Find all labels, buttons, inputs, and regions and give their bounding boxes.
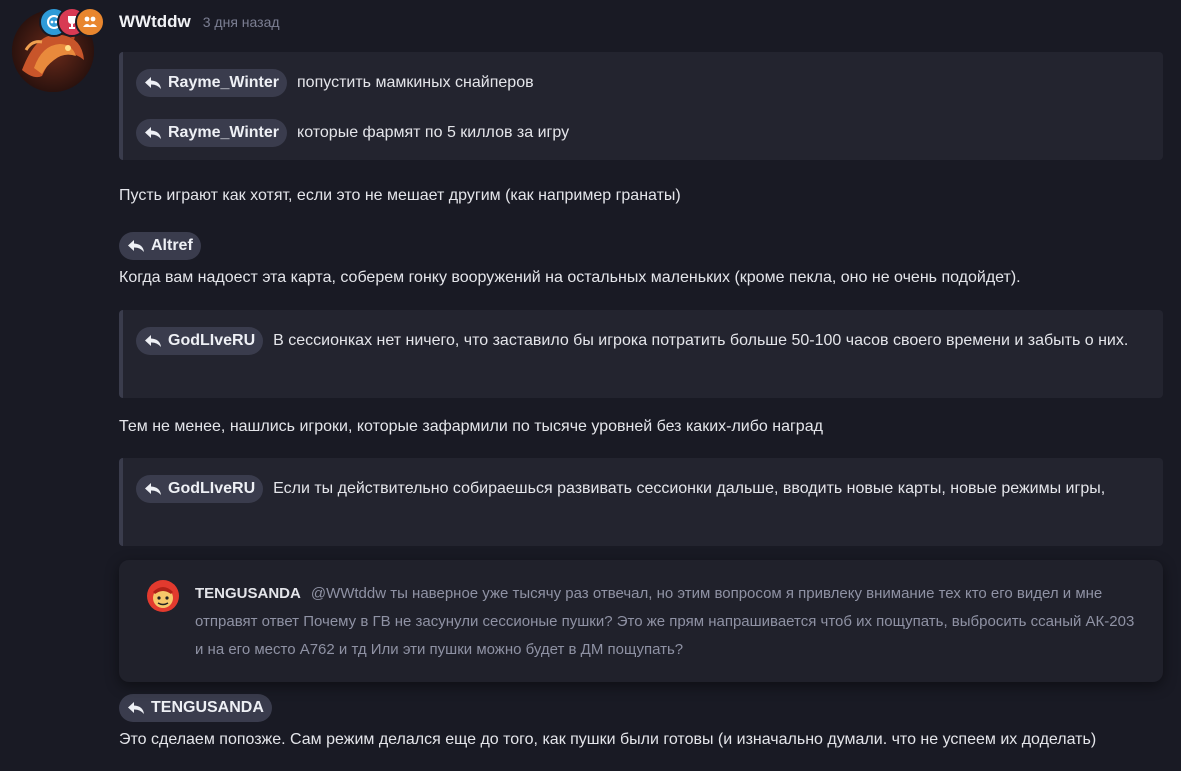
quote-text: которые фармят по 5 киллов за игру bbox=[297, 124, 570, 141]
group-icon[interactable] bbox=[75, 7, 105, 37]
reply-icon bbox=[145, 126, 161, 139]
quote-block: GodLIveRU Если ты действительно собираеш… bbox=[119, 458, 1163, 546]
quote-block: Rayme_Winter попустить мамкиных снайперо… bbox=[119, 52, 1163, 160]
embed-text: @WWtddw ты наверное уже тысячу раз отвеч… bbox=[195, 585, 1135, 658]
post-time[interactable]: 3 дня назад bbox=[203, 14, 280, 30]
user-avatar-group bbox=[12, 7, 105, 92]
post-content: Rayme_Winter попустить мамкиных снайперо… bbox=[119, 52, 1163, 756]
reply-icon bbox=[145, 334, 161, 347]
user-badges bbox=[39, 7, 107, 37]
embed-avatar[interactable] bbox=[147, 580, 179, 612]
post-paragraph: Пусть играют как хотят, если это не меша… bbox=[119, 187, 681, 204]
post-paragraph: Тем не менее, нашлись игроки, которые за… bbox=[119, 418, 823, 435]
reply-icon bbox=[145, 482, 161, 495]
mention-row: TENGUSANDA bbox=[119, 694, 1163, 722]
quote-line: Rayme_Winter которые фармят по 5 киллов … bbox=[136, 117, 1149, 149]
reply-icon bbox=[128, 702, 144, 714]
mention-chip[interactable]: GodLIveRU bbox=[136, 474, 264, 503]
quote-text: В сессионках нет ничего, что заставило б… bbox=[273, 332, 1129, 349]
mention-chip[interactable]: TENGUSANDA bbox=[119, 694, 272, 722]
mention-row: Altref bbox=[119, 232, 1163, 260]
reply-icon bbox=[145, 76, 161, 89]
quote-block: GodLIveRU В сессионках нет ничего, что з… bbox=[119, 310, 1163, 398]
post-paragraph: Это сделаем попозже. Сам режим делался е… bbox=[119, 731, 1097, 748]
post-header: WWtddw 3 дня назад bbox=[119, 12, 280, 34]
mention-name: GodLIveRU bbox=[168, 331, 256, 349]
mention-chip[interactable]: Rayme_Winter bbox=[136, 68, 288, 97]
mention-chip[interactable]: Rayme_Winter bbox=[136, 118, 288, 147]
tengu-avatar-icon bbox=[147, 580, 179, 612]
quote-text: Если ты действительно собираешься развив… bbox=[273, 480, 1106, 497]
reply-icon bbox=[128, 240, 144, 252]
forum-post: WWtddw 3 дня назад Rayme_Winter попустит… bbox=[0, 0, 1181, 771]
mention-chip[interactable]: Altref bbox=[119, 232, 201, 260]
quote-line: Rayme_Winter попустить мамкиных снайперо… bbox=[136, 67, 1149, 99]
post-author[interactable]: WWtddw bbox=[119, 12, 191, 32]
embedded-reply[interactable]: TENGUSANDA @WWtddw ты наверное уже тысячу… bbox=[119, 560, 1163, 682]
mention-name: Rayme_Winter bbox=[168, 73, 280, 91]
mention-name: GodLIveRU bbox=[168, 479, 256, 497]
mention-chip[interactable]: GodLIveRU bbox=[136, 326, 264, 355]
quote-text: попустить мамкиных снайперов bbox=[297, 74, 534, 91]
mention-name: Altref bbox=[151, 237, 193, 254]
post-paragraph: Когда вам надоест эта карта, соберем гон… bbox=[119, 269, 1021, 286]
mention-name: Rayme_Winter bbox=[168, 123, 280, 141]
mention-name: TENGUSANDA bbox=[151, 699, 264, 716]
embed-author[interactable]: TENGUSANDA bbox=[195, 585, 301, 602]
